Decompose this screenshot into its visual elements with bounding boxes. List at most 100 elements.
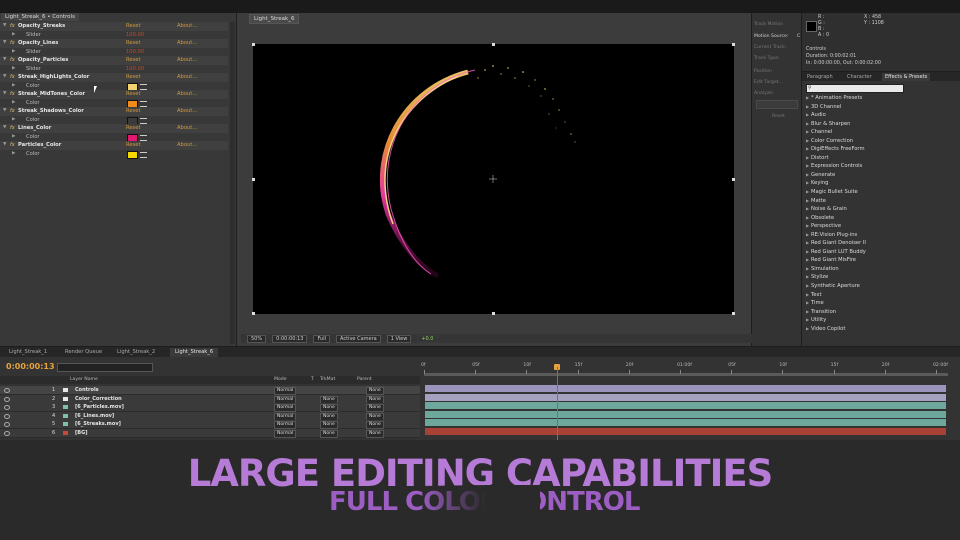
effects-category-item[interactable]: ▶ Noise & Grain bbox=[806, 205, 956, 214]
resize-handle[interactable] bbox=[252, 312, 255, 315]
effect-controls-tab[interactable]: Light_Streak_6 • Controls bbox=[1, 13, 79, 21]
about-link[interactable]: About... bbox=[177, 141, 197, 150]
effects-category-item[interactable]: ▶ Color Correction bbox=[806, 137, 956, 146]
property-row[interactable]: ▶ Color bbox=[0, 116, 228, 125]
effect-row[interactable]: ▼ fx Opacity_Streaks Reset About... bbox=[0, 22, 228, 31]
about-link[interactable]: About... bbox=[177, 107, 197, 116]
fx-toggle-icon[interactable]: fx bbox=[10, 107, 15, 116]
property-row[interactable]: ▶ Color bbox=[0, 150, 228, 159]
reset-link[interactable]: Reset bbox=[126, 39, 141, 48]
expand-triangle-icon[interactable]: ▶ bbox=[12, 150, 15, 159]
layer-name[interactable]: [BG] bbox=[75, 429, 88, 437]
expand-triangle-icon[interactable]: ▼ bbox=[3, 90, 6, 99]
expand-triangle-icon[interactable]: ▶ bbox=[12, 31, 15, 40]
layer-label-color[interactable] bbox=[63, 430, 68, 435]
visibility-eye-icon[interactable] bbox=[4, 413, 10, 419]
effects-category-item[interactable]: ▶ Stylize bbox=[806, 273, 956, 282]
effects-category-item[interactable]: ▶ Distort bbox=[806, 154, 956, 163]
header-trkmat[interactable]: TrkMat bbox=[320, 376, 335, 384]
effects-category-item[interactable]: ▶ Synthetic Aperture bbox=[806, 282, 956, 291]
effect-controls-scrollbar[interactable] bbox=[230, 22, 235, 344]
layer-label-color[interactable] bbox=[63, 422, 68, 426]
slider-value[interactable]: 100.00 bbox=[126, 31, 144, 40]
effects-category-item[interactable]: ▶ Generate bbox=[806, 171, 956, 180]
effects-category-item[interactable]: ▶ Red Giant Denoiser II bbox=[806, 239, 956, 248]
layer-duration-bar[interactable] bbox=[425, 393, 946, 401]
expand-triangle-icon[interactable]: ▼ bbox=[3, 124, 6, 133]
eyedropper-icon[interactable] bbox=[140, 151, 147, 158]
fx-toggle-icon[interactable]: fx bbox=[10, 22, 15, 31]
layer-name[interactable]: [6_Particles.mov] bbox=[75, 403, 124, 411]
eyedropper-icon[interactable] bbox=[140, 117, 147, 124]
playhead-line[interactable] bbox=[557, 367, 558, 440]
views-dropdown[interactable]: 1 View bbox=[386, 334, 412, 343]
expand-triangle-icon[interactable]: ▶ bbox=[12, 65, 15, 74]
reset-link[interactable]: Reset bbox=[126, 124, 141, 133]
layer-label-color[interactable] bbox=[63, 388, 68, 392]
fx-toggle-icon[interactable]: fx bbox=[10, 56, 15, 65]
effect-row[interactable]: ▼ fx Opacity_Particles Reset About... bbox=[0, 56, 228, 65]
color-swatch[interactable] bbox=[127, 150, 138, 159]
timeline-tab[interactable]: Light_Streak_6 bbox=[170, 348, 219, 357]
effects-category-item[interactable]: ▶ Simulation bbox=[806, 265, 956, 274]
expand-triangle-icon[interactable]: ▶ bbox=[12, 116, 15, 125]
expand-triangle-icon[interactable]: ▼ bbox=[3, 107, 6, 116]
effects-category-item[interactable]: ▶ Matte bbox=[806, 197, 956, 206]
expand-triangle-icon[interactable]: ▼ bbox=[3, 56, 6, 65]
expand-triangle-icon[interactable]: ▼ bbox=[3, 73, 6, 82]
timeline-tab[interactable]: Light_Streak_2 bbox=[112, 348, 160, 357]
effect-row[interactable]: ▼ fx Particles_Color Reset About... bbox=[0, 141, 228, 150]
effects-category-item[interactable]: ▶ Magic Bullet Suite bbox=[806, 188, 956, 197]
parent-dropdown[interactable]: None bbox=[366, 429, 384, 438]
visibility-eye-icon[interactable] bbox=[4, 422, 10, 427]
eyedropper-icon[interactable] bbox=[140, 83, 147, 90]
expand-triangle-icon[interactable]: ▼ bbox=[3, 22, 6, 31]
effect-row[interactable]: ▼ fx Lines_Color Reset About... bbox=[0, 124, 228, 133]
effect-row[interactable]: ▼ fx Streak_HighLights_Color Reset About... bbox=[0, 73, 228, 82]
eyedropper-icon[interactable] bbox=[140, 100, 147, 107]
reset-link[interactable]: Reset bbox=[126, 90, 141, 99]
about-link[interactable]: About... bbox=[177, 124, 197, 133]
tab-character[interactable]: Character bbox=[844, 73, 875, 81]
zoom-dropdown[interactable]: 50% bbox=[247, 334, 267, 343]
layer-name[interactable]: [6_Lines.mov] bbox=[75, 412, 114, 420]
layer-label-color[interactable] bbox=[63, 405, 68, 409]
layer-name[interactable]: Color_Correction bbox=[75, 395, 122, 403]
resolution-dropdown[interactable]: Full bbox=[313, 334, 331, 343]
effects-category-item[interactable]: ▶ Obsolete bbox=[806, 214, 956, 223]
layer-duration-bar[interactable] bbox=[425, 419, 946, 426]
effects-category-item[interactable]: ▶ Keying bbox=[806, 179, 956, 188]
effects-category-item[interactable]: ▶ Video Copilot bbox=[806, 325, 956, 334]
fx-toggle-icon[interactable]: fx bbox=[10, 141, 15, 150]
blend-mode-dropdown[interactable]: Normal bbox=[274, 429, 297, 438]
visibility-eye-icon[interactable] bbox=[4, 430, 10, 436]
about-link[interactable]: About... bbox=[177, 73, 197, 82]
resize-handle[interactable] bbox=[252, 178, 255, 181]
composition-tab[interactable]: Light_Streak_6 bbox=[249, 14, 300, 24]
position-checkbox[interactable]: Position bbox=[754, 69, 772, 74]
effects-search-input[interactable]: ⚲ bbox=[806, 84, 904, 93]
expand-triangle-icon[interactable]: ▶ bbox=[12, 99, 15, 108]
reset-link[interactable]: Reset bbox=[126, 56, 141, 65]
expand-triangle-icon[interactable]: ▶ bbox=[12, 133, 15, 142]
visibility-eye-icon[interactable] bbox=[4, 396, 10, 402]
track-matte-dropdown[interactable]: None bbox=[320, 429, 338, 438]
layer-duration-bar[interactable] bbox=[425, 402, 946, 409]
effects-category-item[interactable]: ▶ Perspective bbox=[806, 222, 956, 231]
expand-triangle-icon[interactable]: ▶ bbox=[12, 48, 15, 57]
effects-category-item[interactable]: ▶ DigiEffects FreeForm bbox=[806, 145, 956, 154]
current-timecode[interactable]: 0:00:00:13 bbox=[6, 362, 55, 371]
effects-category-item[interactable]: ▶ Transition bbox=[806, 308, 956, 317]
eyedropper-icon[interactable] bbox=[140, 134, 147, 141]
exposure-value[interactable]: +0.0 bbox=[417, 334, 438, 343]
layer-label-color[interactable] bbox=[63, 396, 68, 401]
about-link[interactable]: About... bbox=[177, 56, 197, 65]
resize-handle[interactable] bbox=[492, 43, 495, 46]
effects-category-item[interactable]: ▶ 3D Channel bbox=[806, 103, 956, 112]
about-link[interactable]: About... bbox=[177, 39, 197, 48]
about-link[interactable]: About... bbox=[177, 90, 197, 99]
slider-value[interactable]: 100.00 bbox=[126, 65, 144, 74]
resize-handle[interactable] bbox=[252, 43, 255, 46]
effects-category-item[interactable]: ▶ RE:Vision Plug-ins bbox=[806, 231, 956, 240]
effect-row[interactable]: ▼ fx Opacity_Lines Reset About... bbox=[0, 39, 228, 48]
